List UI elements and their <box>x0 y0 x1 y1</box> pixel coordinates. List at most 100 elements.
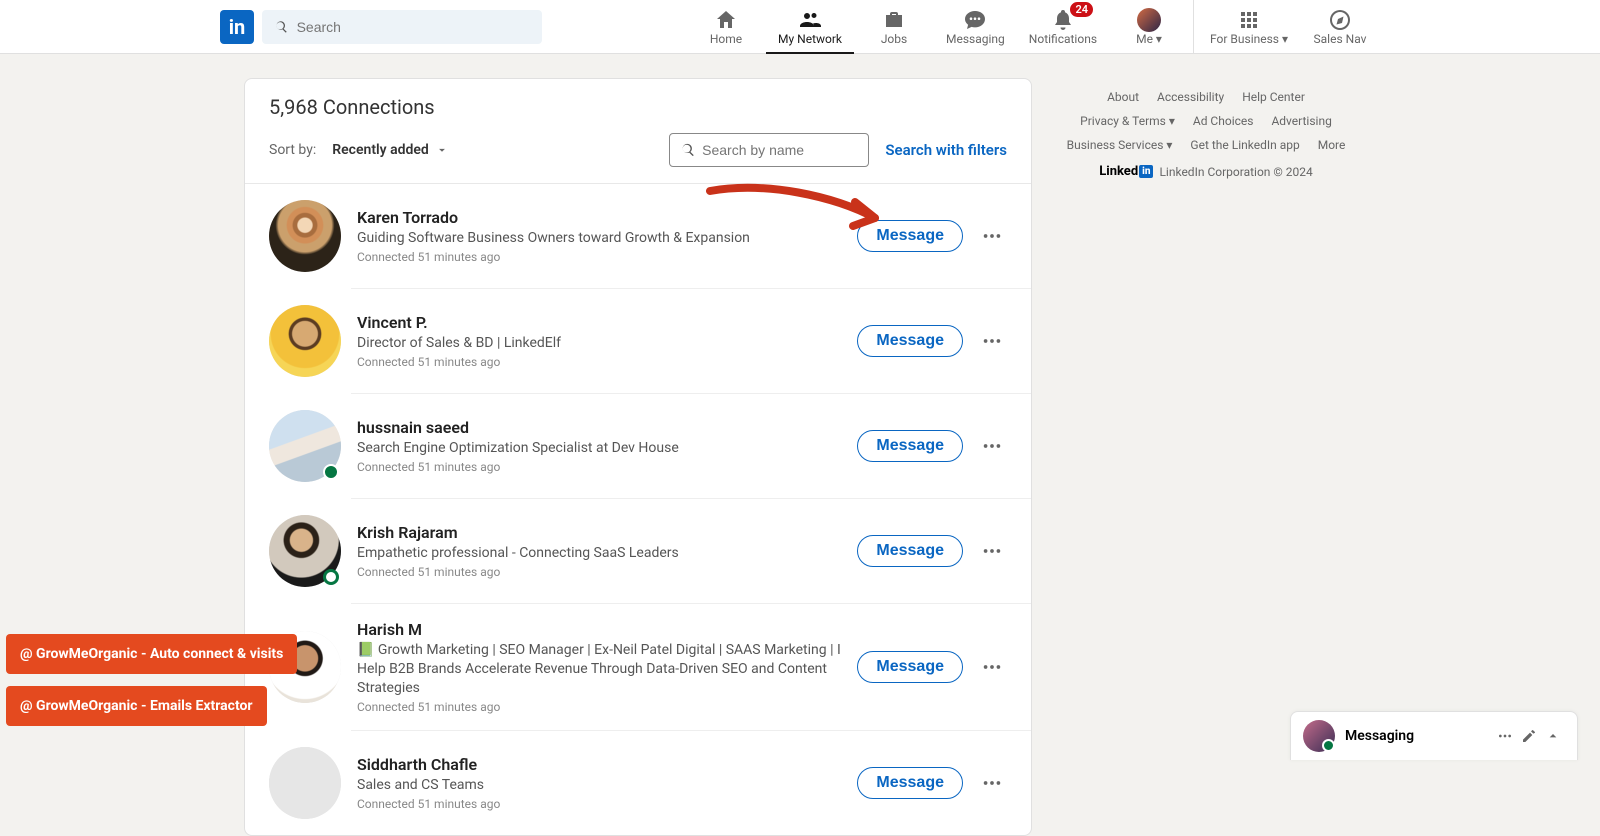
row-more-button[interactable] <box>977 431 1007 461</box>
sort-value-text: Recently added <box>332 142 429 158</box>
connection-row: Harish M 📗 Growth Marketing | SEO Manager… <box>245 604 1031 730</box>
connection-time: Connected 51 minutes ago <box>357 355 857 369</box>
msgbar-compose[interactable] <box>1517 724 1541 748</box>
linkedin-wordmark: Linkedin <box>1099 164 1153 179</box>
connection-headline: Sales and CS Teams <box>357 776 857 795</box>
nav-notifications-label: Notifications <box>1029 32 1097 46</box>
avatar[interactable] <box>269 200 341 272</box>
copyright-text: LinkedIn Corporation © 2024 <box>1159 165 1312 179</box>
more-icon <box>1497 728 1513 744</box>
briefcase-icon <box>882 8 906 32</box>
connection-row: Vincent P.Director of Sales & BD | Linke… <box>245 289 1031 393</box>
global-search[interactable] <box>262 10 542 44</box>
msgbar-title: Messaging <box>1345 728 1493 744</box>
msgbar-avatar <box>1303 720 1335 752</box>
row-more-button[interactable] <box>977 652 1007 682</box>
search-icon <box>274 19 289 35</box>
connection-row: Karen TorradoGuiding Software Business O… <box>245 184 1031 288</box>
nav-separator <box>1193 0 1194 54</box>
nav-notifications[interactable]: 24 Notifications <box>1017 0 1109 54</box>
row-more-button[interactable] <box>977 768 1007 798</box>
nav-salesnav[interactable]: Sales Nav <box>1300 0 1380 54</box>
footer-link[interactable]: Help Center <box>1242 90 1305 104</box>
connection-name[interactable]: Krish Rajaram <box>357 523 857 542</box>
row-more-button[interactable] <box>977 536 1007 566</box>
connection-name[interactable]: Harish M <box>357 620 857 639</box>
nav-me[interactable]: Me ▾ <box>1109 0 1189 54</box>
connections-list: Karen TorradoGuiding Software Business O… <box>245 184 1031 835</box>
nav-business[interactable]: For Business ▾ <box>1198 0 1300 54</box>
connection-name[interactable]: Vincent P. <box>357 313 857 332</box>
global-header: in Home My Network Jobs Messaging <box>0 0 1600 54</box>
footer-link[interactable]: Privacy & Terms ▾ <box>1080 114 1175 128</box>
copyright: Linkedin LinkedIn Corporation © 2024 <box>1056 164 1356 179</box>
nav-home[interactable]: Home <box>686 0 766 54</box>
more-icon <box>981 225 1003 247</box>
footer-link[interactable]: More <box>1318 138 1346 152</box>
msgbar-more[interactable] <box>1493 724 1517 748</box>
connection-name[interactable]: Karen Torrado <box>357 208 857 227</box>
connection-name[interactable]: Siddharth Chafle <box>357 755 857 774</box>
message-button[interactable]: Message <box>857 430 963 462</box>
search-input[interactable] <box>297 19 530 35</box>
message-button[interactable]: Message <box>857 220 963 252</box>
chat-icon <box>963 8 987 32</box>
nav-messaging-label: Messaging <box>946 32 1005 46</box>
search-icon <box>680 141 696 159</box>
chevron-down-icon <box>435 143 449 157</box>
nav-messaging[interactable]: Messaging <box>934 0 1017 54</box>
nav-jobs[interactable]: Jobs <box>854 0 934 54</box>
more-icon <box>981 435 1003 457</box>
name-search-input[interactable] <box>702 142 858 158</box>
home-icon <box>714 8 738 32</box>
connection-row: Krish RajaramEmpathetic professional - C… <box>245 499 1031 603</box>
sort-dropdown[interactable]: Recently added <box>332 142 449 158</box>
avatar[interactable] <box>269 515 341 587</box>
message-button[interactable]: Message <box>857 325 963 357</box>
presence-indicator <box>323 464 339 480</box>
name-search[interactable] <box>669 133 869 167</box>
message-button[interactable]: Message <box>857 767 963 799</box>
connection-time: Connected 51 minutes ago <box>357 460 857 474</box>
message-button[interactable]: Message <box>857 651 963 683</box>
ext-pill-autoconnect[interactable]: @ GrowMeOrganic - Auto connect & visits <box>6 634 297 674</box>
avatar[interactable] <box>269 747 341 819</box>
avatar[interactable] <box>269 305 341 377</box>
footer-link[interactable]: Business Services ▾ <box>1067 138 1173 152</box>
nav-business-label: For Business ▾ <box>1210 32 1288 46</box>
message-button[interactable]: Message <box>857 535 963 567</box>
presence-indicator <box>323 569 339 585</box>
footer-links: About Accessibility Help Center Privacy & T… <box>1056 90 1356 152</box>
notification-badge: 24 <box>1070 2 1093 17</box>
connections-card: 5,968 Connections Sort by: Recently adde… <box>244 78 1032 836</box>
more-icon <box>981 540 1003 562</box>
connection-headline: 📗 Growth Marketing | SEO Manager | Ex-Ne… <box>357 641 857 698</box>
linkedin-logo[interactable]: in <box>220 10 254 44</box>
connection-name[interactable]: hussnain saeed <box>357 418 857 437</box>
connection-time: Connected 51 minutes ago <box>357 250 857 264</box>
footer-link[interactable]: Accessibility <box>1157 90 1224 104</box>
ext-pill-emails[interactable]: @ GrowMeOrganic - Emails Extractor <box>6 686 267 726</box>
compose-icon <box>1521 728 1537 744</box>
row-more-button[interactable] <box>977 221 1007 251</box>
messaging-bar[interactable]: Messaging <box>1290 711 1578 760</box>
nav-salesnav-label: Sales Nav <box>1314 32 1367 46</box>
avatar[interactable] <box>269 410 341 482</box>
nav-network-label: My Network <box>778 32 842 46</box>
search-filters-link[interactable]: Search with filters <box>885 141 1007 159</box>
page-title: 5,968 Connections <box>269 95 1007 119</box>
footer-link[interactable]: Get the LinkedIn app <box>1190 138 1299 152</box>
connection-row: Siddharth ChafleSales and CS TeamsConnec… <box>245 731 1031 835</box>
compass-icon <box>1328 8 1352 32</box>
msgbar-chevron[interactable] <box>1541 724 1565 748</box>
connection-row: hussnain saeed Search Engine Optimization… <box>245 394 1031 498</box>
footer-link[interactable]: About <box>1107 90 1139 104</box>
nav-network[interactable]: My Network <box>766 0 854 54</box>
footer-link[interactable]: Advertising <box>1271 114 1331 128</box>
footer-link[interactable]: Ad Choices <box>1193 114 1254 128</box>
sort-label: Sort by: <box>269 142 316 158</box>
connection-time: Connected 51 minutes ago <box>357 565 857 579</box>
connection-headline: Search Engine Optimization Specialist at… <box>357 439 857 458</box>
row-more-button[interactable] <box>977 326 1007 356</box>
connection-time: Connected 51 minutes ago <box>357 700 857 714</box>
